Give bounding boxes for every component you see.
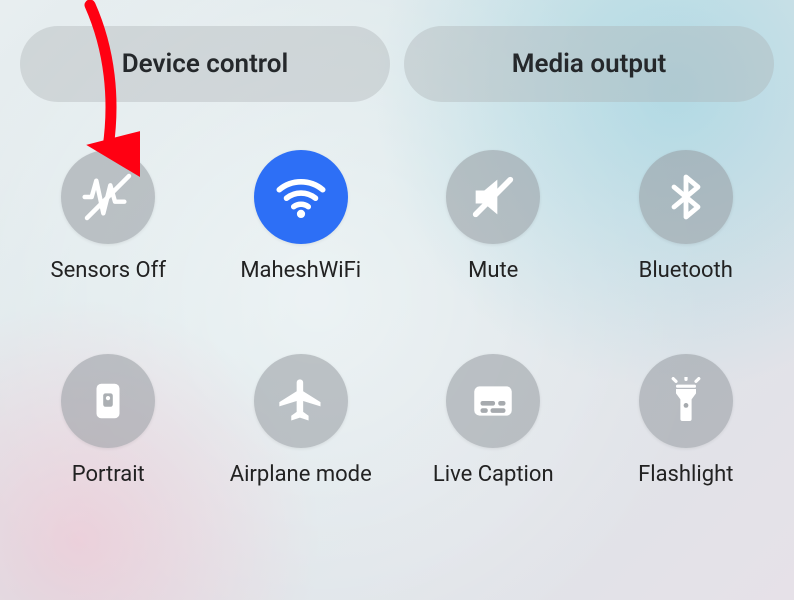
sensors-off-icon — [80, 169, 136, 225]
tile-sensors-off-label: Sensors Off — [51, 258, 166, 284]
tile-airplane-mode: Airplane mode — [205, 354, 398, 488]
tile-live-caption-label: Live Caption — [433, 462, 554, 488]
tile-flashlight-toggle[interactable] — [639, 354, 733, 448]
media-output-button[interactable]: Media output — [404, 26, 774, 102]
tile-wifi-label: MaheshWiFi — [240, 258, 361, 284]
caption-icon — [468, 376, 518, 426]
airplane-icon — [275, 375, 327, 427]
tile-airplane-mode-toggle[interactable] — [254, 354, 348, 448]
tile-live-caption: Live Caption — [397, 354, 590, 488]
bluetooth-icon — [662, 173, 710, 221]
media-output-label: Media output — [512, 49, 666, 79]
tile-portrait-toggle[interactable] — [61, 354, 155, 448]
device-control-label: Device control — [122, 49, 289, 79]
mute-icon — [467, 171, 519, 223]
tile-flashlight: Flashlight — [590, 354, 783, 488]
tile-mute-label: Mute — [468, 258, 518, 284]
tile-wifi-toggle[interactable] — [254, 150, 348, 244]
tile-bluetooth-label: Bluetooth — [639, 258, 733, 284]
quick-settings-panel: Device control Media output Sensors Off … — [0, 0, 794, 600]
tile-bluetooth: Bluetooth — [590, 150, 783, 284]
tile-sensors-off-toggle[interactable] — [61, 150, 155, 244]
tile-airplane-mode-label: Airplane mode — [230, 462, 372, 488]
tile-portrait-label: Portrait — [72, 462, 145, 488]
tile-wifi: MaheshWiFi — [205, 150, 398, 284]
flashlight-icon — [662, 377, 710, 425]
tile-mute-toggle[interactable] — [446, 150, 540, 244]
tile-mute: Mute — [397, 150, 590, 284]
portrait-icon — [85, 378, 131, 424]
tile-portrait: Portrait — [12, 354, 205, 488]
tile-bluetooth-toggle[interactable] — [639, 150, 733, 244]
tile-grid: Sensors Off MaheshWiFi Mute — [0, 150, 794, 488]
tile-flashlight-label: Flashlight — [638, 462, 733, 488]
tile-sensors-off: Sensors Off — [12, 150, 205, 284]
wifi-icon — [272, 168, 330, 226]
topbar: Device control Media output — [0, 0, 794, 102]
device-control-button[interactable]: Device control — [20, 26, 390, 102]
tile-live-caption-toggle[interactable] — [446, 354, 540, 448]
